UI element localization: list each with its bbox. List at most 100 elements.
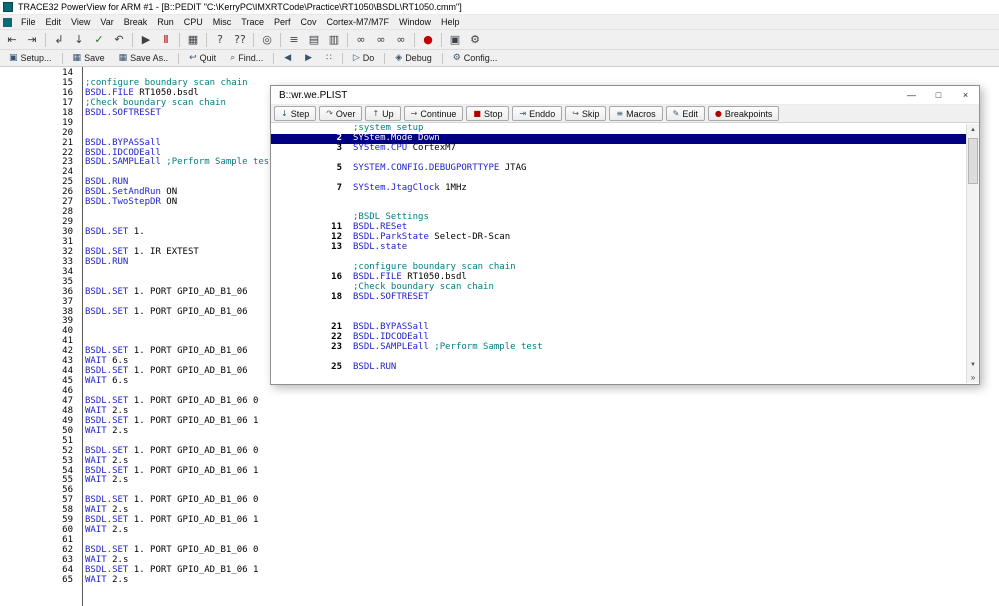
editor-line[interactable]: 59 BSDL.SET 1. PORT GPIO_AD_B1_06 1 bbox=[0, 515, 999, 526]
debug-button[interactable]: ◈ Debug bbox=[388, 51, 438, 66]
button-label: Quit bbox=[199, 53, 217, 63]
toolbar-separator bbox=[414, 32, 415, 47]
tools-icon[interactable]: ⚙ bbox=[465, 31, 485, 49]
quit-button[interactable]: ↩ Quit bbox=[182, 51, 223, 66]
menu-item-misc[interactable]: Misc bbox=[208, 15, 237, 30]
watch-icon[interactable]: ∞ bbox=[351, 31, 371, 49]
scrollbar-thumb[interactable] bbox=[968, 138, 978, 184]
line-number: 23 bbox=[331, 341, 342, 352]
dump-icon[interactable]: ▦ bbox=[183, 31, 203, 49]
nav-back-icon[interactable]: ⇤ bbox=[2, 31, 22, 49]
editor-line[interactable]: 49 BSDL.SET 1. PORT GPIO_AD_B1_06 1 bbox=[0, 416, 999, 427]
scroll-up-icon[interactable]: ▲ bbox=[967, 124, 979, 136]
plist-line[interactable] bbox=[271, 194, 966, 204]
menu-item-edit[interactable]: Edit bbox=[41, 15, 67, 30]
save-as-button[interactable]: ▦ Save As.. bbox=[112, 51, 176, 66]
macros-icon: ≡ bbox=[616, 109, 624, 118]
watch-local-icon[interactable]: ∞ bbox=[391, 31, 411, 49]
editor-line[interactable]: 52 BSDL.SET 1. PORT GPIO_AD_B1_06 0 bbox=[0, 446, 999, 457]
scroll-more-icon[interactable]: » bbox=[967, 371, 979, 383]
toolbar-separator bbox=[206, 32, 207, 47]
editor-line[interactable]: 47 BSDL.SET 1. PORT GPIO_AD_B1_06 0 bbox=[0, 396, 999, 407]
watch-var-icon[interactable]: ∞ bbox=[371, 31, 391, 49]
plist-line[interactable]: 7 SYStem.JtagClock 1MHz bbox=[271, 183, 966, 194]
enddo-button[interactable]: ⇥ Enddo bbox=[512, 106, 563, 121]
step-button[interactable]: ↓ Step bbox=[274, 106, 317, 121]
scrollbar-track[interactable] bbox=[967, 136, 979, 359]
menu-item-file[interactable]: File bbox=[16, 15, 41, 30]
config-button[interactable]: ⚙ Config... bbox=[446, 51, 505, 66]
menu-item-trace[interactable]: Trace bbox=[236, 15, 269, 30]
plist-line[interactable] bbox=[271, 303, 966, 313]
line-number: 21 bbox=[62, 137, 73, 148]
editor-line[interactable]: 65 WAIT 2.s bbox=[0, 575, 999, 586]
scroll-left-button[interactable]: ◀ bbox=[277, 51, 298, 66]
plist-line[interactable]: 25 BSDL.RUN bbox=[271, 362, 966, 373]
plist-line[interactable]: 3 SYStem.CPU CortexM7 bbox=[271, 143, 966, 154]
nav-forward-icon[interactable]: ⇥ bbox=[22, 31, 42, 49]
plist-line[interactable]: 23 BSDL.SAMPLEall ;Perform Sample test bbox=[271, 341, 966, 353]
menu-item-perf[interactable]: Perf bbox=[269, 15, 296, 30]
var-query-icon[interactable]: ?? bbox=[230, 31, 250, 49]
edit-button[interactable]: ✎ Edit bbox=[665, 106, 705, 121]
macros-button[interactable]: ≡ Macros bbox=[609, 106, 663, 121]
editor-line[interactable]: 50 WAIT 2.s bbox=[0, 426, 999, 437]
title-bar[interactable]: TRACE32 PowerView for ARM #1 - [B::PEDIT… bbox=[0, 0, 999, 15]
code-text: BSDL.SOFTRESET bbox=[85, 107, 161, 118]
editor-line[interactable]: 55 WAIT 2.s bbox=[0, 475, 999, 486]
memory-icon[interactable]: ▤ bbox=[304, 31, 324, 49]
skip-button[interactable]: ↪ Skip bbox=[565, 106, 607, 121]
save-button[interactable]: ▦ Save bbox=[66, 51, 112, 66]
code-text: BSDL.SAMPLEall ;Perform Sample test bbox=[85, 157, 275, 168]
check-icon[interactable]: ✓ bbox=[89, 31, 109, 49]
plist-line[interactable]: 5 SYSTEM.CONFIG.DEBUGPORTTYPE JTAG bbox=[271, 163, 966, 174]
plist-line[interactable]: 13 BSDL.state bbox=[271, 242, 966, 253]
maximize-button[interactable]: □ bbox=[925, 86, 952, 104]
menu-item-cpu[interactable]: CPU bbox=[179, 15, 208, 30]
list-icon[interactable]: ≡ bbox=[284, 31, 304, 49]
line-number: 2 bbox=[336, 132, 342, 143]
editor-line[interactable]: 62 BSDL.SET 1. PORT GPIO_AD_B1_06 0 bbox=[0, 545, 999, 556]
up-button[interactable]: ↑ Up bbox=[365, 106, 401, 121]
editor-line[interactable]: 54 BSDL.SET 1. PORT GPIO_AD_B1_06 1 bbox=[0, 466, 999, 477]
editor-line[interactable]: 64 BSDL.SET 1. PORT GPIO_AD_B1_06 1 bbox=[0, 565, 999, 576]
menu-item-cov[interactable]: Cov bbox=[295, 15, 321, 30]
scroll-down-icon[interactable]: ▼ bbox=[967, 359, 979, 371]
go-icon[interactable]: ▶ bbox=[136, 31, 156, 49]
menu-item-view[interactable]: View bbox=[66, 15, 95, 30]
toolbar-separator bbox=[178, 52, 180, 64]
break-icon[interactable]: Ⅱ bbox=[156, 31, 176, 49]
scroll-right-button[interactable]: ▶ bbox=[298, 51, 319, 66]
plist-line[interactable]: 18 BSDL.SOFTRESET bbox=[271, 292, 966, 303]
close-button[interactable]: × bbox=[952, 86, 979, 104]
menu-item-help[interactable]: Help bbox=[436, 15, 465, 30]
toolbar-separator bbox=[341, 52, 343, 64]
breakpoint-list-icon[interactable]: ● bbox=[418, 31, 438, 49]
help-icon[interactable]: ? bbox=[210, 31, 230, 49]
setup-button[interactable]: ▣ Setup... bbox=[2, 51, 59, 66]
undo-icon[interactable]: ↶ bbox=[109, 31, 129, 49]
editor-line[interactable]: 57 BSDL.SET 1. PORT GPIO_AD_B1_06 0 bbox=[0, 495, 999, 506]
menu-item-break[interactable]: Break bbox=[119, 15, 153, 30]
breakpoints-button[interactable]: ● Breakpoints bbox=[707, 106, 780, 121]
editor-line[interactable]: 60 WAIT 2.s bbox=[0, 525, 999, 536]
menu-item-cortexm7m7f[interactable]: Cortex-M7/M7F bbox=[321, 15, 394, 30]
stop-button[interactable]: ■ Stop bbox=[466, 106, 510, 121]
peripherals-icon[interactable]: ▥ bbox=[324, 31, 344, 49]
vertical-scrollbar[interactable]: ▲ ▼ » bbox=[966, 124, 979, 383]
tile-button[interactable]: ∷ bbox=[319, 51, 339, 66]
find-button[interactable]: ⌕ Find... bbox=[223, 51, 270, 66]
chip-icon[interactable]: ▣ bbox=[445, 31, 465, 49]
toolbar-separator bbox=[280, 32, 281, 47]
over-button[interactable]: ↷ Over bbox=[319, 106, 363, 121]
menu-item-run[interactable]: Run bbox=[152, 15, 179, 30]
step-return-icon[interactable]: ↲ bbox=[49, 31, 69, 49]
step-down-icon[interactable]: ↓ bbox=[69, 31, 89, 49]
continue-button[interactable]: → Continue bbox=[403, 106, 464, 121]
menu-item-window[interactable]: Window bbox=[394, 15, 436, 30]
minimize-button[interactable]: — bbox=[898, 86, 925, 104]
registers-icon[interactable]: ◎ bbox=[257, 31, 277, 49]
plist-title-bar[interactable]: B::wr.we.PLIST — □ × bbox=[271, 86, 979, 105]
menu-item-var[interactable]: Var bbox=[95, 15, 118, 30]
do-button[interactable]: ▷ Do bbox=[346, 51, 381, 66]
